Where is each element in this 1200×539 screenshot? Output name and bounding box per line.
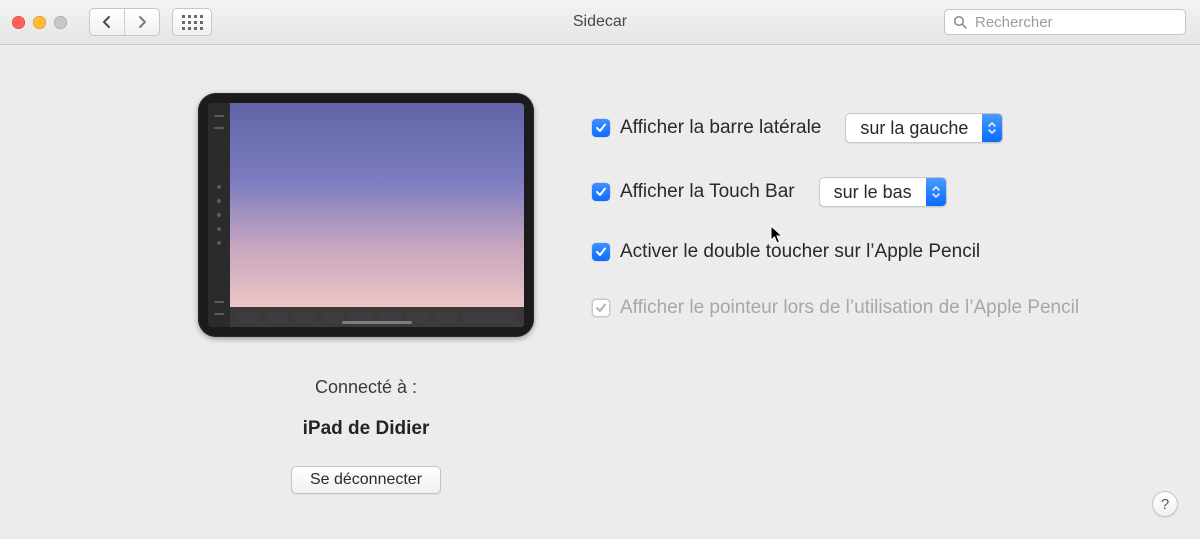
check-icon xyxy=(595,246,607,258)
ipad-sidebar-illustration xyxy=(208,103,230,327)
updown-icon xyxy=(982,114,1002,142)
show-sidebar-checkbox[interactable] xyxy=(592,119,610,137)
device-panel: Connecté à : iPad de Didier Se déconnect… xyxy=(196,93,536,494)
show-pointer-pencil-checkbox xyxy=(592,299,610,317)
search-icon xyxy=(953,15,967,29)
touchbar-position-value: sur le bas xyxy=(820,178,926,206)
search-field[interactable] xyxy=(944,9,1186,35)
help-button[interactable]: ? xyxy=(1152,491,1178,517)
option-show-touchbar: Afficher la Touch Bar sur le bas xyxy=(592,177,1164,207)
touchbar-position-select[interactable]: sur le bas xyxy=(819,177,947,207)
window-controls xyxy=(12,16,67,29)
connected-to-label: Connecté à : xyxy=(315,377,417,398)
close-window-button[interactable] xyxy=(12,16,25,29)
back-button[interactable] xyxy=(90,9,124,35)
option-show-pointer-pencil: Afficher le pointeur lors de l’utilisati… xyxy=(592,297,1164,319)
disconnect-button[interactable]: Se déconnecter xyxy=(291,466,441,494)
ipad-touchbar-illustration xyxy=(230,307,524,327)
content: Connecté à : iPad de Didier Se déconnect… xyxy=(0,45,1200,494)
check-icon xyxy=(595,122,607,134)
nav-back-forward xyxy=(89,8,160,36)
show-all-prefs-button[interactable] xyxy=(172,8,212,36)
check-icon xyxy=(595,302,607,314)
sidebar-position-select[interactable]: sur la gauche xyxy=(845,113,1003,143)
show-touchbar-checkbox[interactable] xyxy=(592,183,610,201)
forward-button[interactable] xyxy=(124,9,159,35)
titlebar: Sidecar xyxy=(0,0,1200,45)
chevron-right-icon xyxy=(137,15,147,29)
updown-icon xyxy=(926,178,946,206)
show-sidebar-label: Afficher la barre latérale xyxy=(620,117,821,139)
ipad-illustration xyxy=(198,93,534,337)
check-icon xyxy=(595,186,607,198)
sidebar-position-value: sur la gauche xyxy=(846,114,982,142)
show-pointer-pencil-label: Afficher le pointeur lors de l’utilisati… xyxy=(620,297,1079,319)
search-input[interactable] xyxy=(973,13,1177,32)
ipad-screen-illustration xyxy=(230,103,524,327)
option-double-tap-pencil: Activer le double toucher sur l’Apple Pe… xyxy=(592,241,1164,263)
double-tap-pencil-label: Activer le double toucher sur l’Apple Pe… xyxy=(620,241,980,263)
double-tap-pencil-checkbox[interactable] xyxy=(592,243,610,261)
chevron-left-icon xyxy=(102,15,112,29)
show-touchbar-label: Afficher la Touch Bar xyxy=(620,181,795,203)
option-show-sidebar: Afficher la barre latérale sur la gauche xyxy=(592,113,1164,143)
device-name: iPad de Didier xyxy=(303,418,430,440)
options-panel: Afficher la barre latérale sur la gauche… xyxy=(592,93,1164,494)
zoom-window-button xyxy=(54,16,67,29)
minimize-window-button[interactable] xyxy=(33,16,46,29)
